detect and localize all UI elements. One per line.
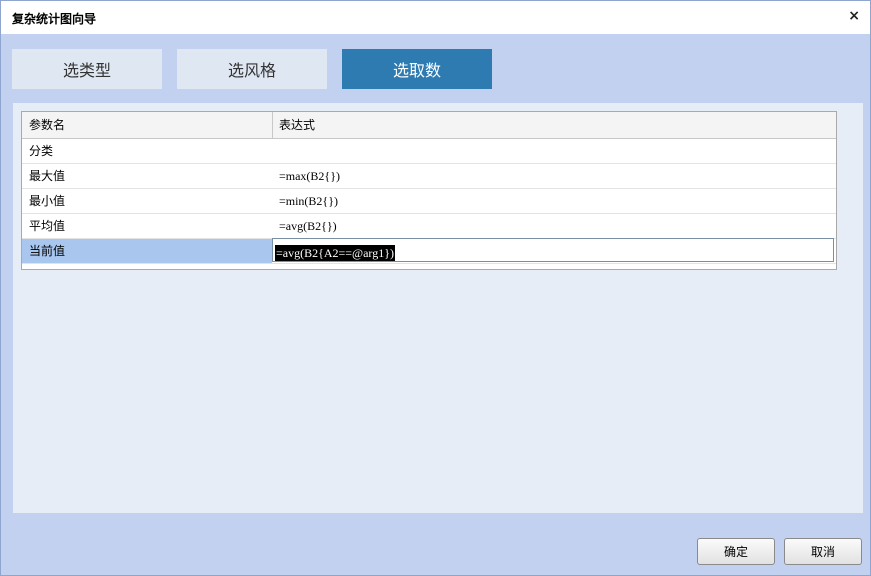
tab-select-style[interactable]: 选风格: [177, 49, 327, 89]
param-name-cell[interactable]: 分类: [22, 139, 272, 163]
expression-cell[interactable]: =max(B2{}): [272, 164, 836, 188]
title-bar: 复杂统计图向导 ×: [1, 1, 870, 34]
expression-editor-input[interactable]: =avg(B2{A2==@arg1}): [272, 238, 834, 262]
chart-wizard-dialog: 复杂统计图向导 × 选类型 选风格 选取数 参数名 表达式 分类 最大值 =ma…: [0, 0, 871, 576]
table-row[interactable]: 最小值 =min(B2{}): [22, 189, 836, 214]
column-header-expression: 表达式: [279, 118, 316, 132]
table-row[interactable]: 平均值 =avg(B2{}): [22, 214, 836, 239]
tab-select-data[interactable]: 选取数: [342, 49, 492, 89]
grid-header: 参数名 表达式: [22, 112, 836, 139]
column-header-param-name: 参数名: [29, 118, 66, 132]
expression-cell[interactable]: [272, 139, 836, 163]
expression-cell[interactable]: =avg(B2{}): [272, 214, 836, 238]
content-panel: 参数名 表达式 分类 最大值 =max(B2{}) 最小值 =min(B2{})…: [13, 103, 863, 513]
dialog-title: 复杂统计图向导: [12, 12, 97, 26]
param-name-cell[interactable]: 当前值: [22, 239, 272, 263]
parameter-grid: 参数名 表达式 分类 最大值 =max(B2{}) 最小值 =min(B2{})…: [21, 111, 837, 270]
param-name-cell[interactable]: 最大值: [22, 164, 272, 188]
param-name-cell[interactable]: 平均值: [22, 214, 272, 238]
expression-cell[interactable]: =min(B2{}): [272, 189, 836, 213]
table-row[interactable]: 最大值 =max(B2{}): [22, 164, 836, 189]
ok-button[interactable]: 确定: [697, 538, 775, 565]
tab-select-type[interactable]: 选类型: [12, 49, 162, 89]
table-row-selected[interactable]: 当前值 =avg(B2{A2==@arg1}): [22, 238, 836, 264]
table-row[interactable]: 分类: [22, 139, 836, 164]
selected-expression-text: =avg(B2{A2==@arg1}): [275, 245, 395, 261]
param-name-cell[interactable]: 最小值: [22, 189, 272, 213]
cancel-button[interactable]: 取消: [784, 538, 862, 565]
close-icon[interactable]: ×: [848, 7, 860, 25]
